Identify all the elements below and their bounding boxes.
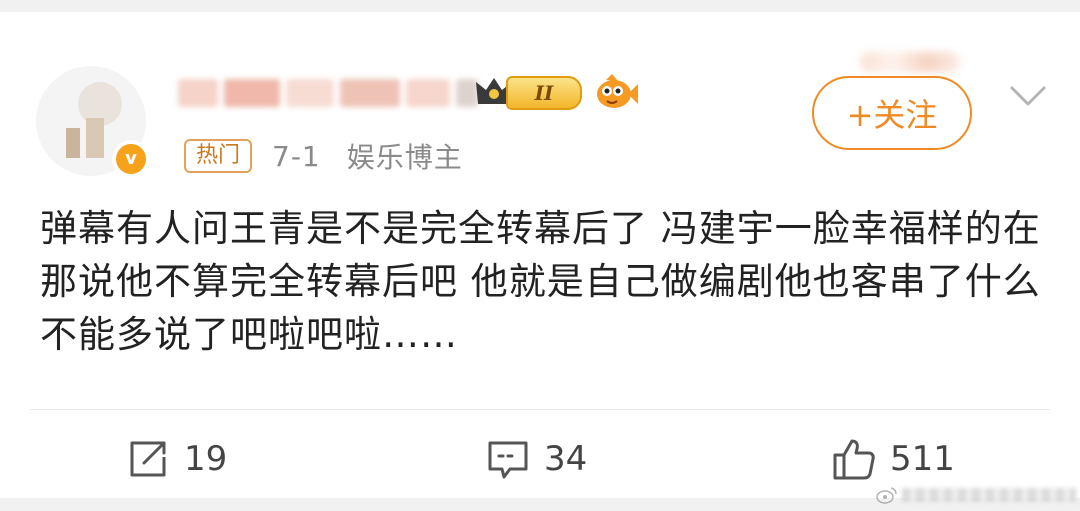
comment-button[interactable]: 34 (486, 432, 587, 486)
post-card: v II 热门 7-1 娱乐博主 +关注 弹幕有人问王青是不是完全转幕后了 冯建… (0, 12, 1080, 504)
like-count: 511 (890, 439, 955, 479)
user-type: 娱乐博主 (346, 141, 463, 174)
post-meta: 热门 7-1 娱乐博主 (184, 138, 489, 174)
fish-emblem-icon (597, 74, 638, 108)
avatar-image-part (86, 118, 104, 158)
post-text: 弹幕有人问王青是不是完全转幕后了 冯建宇一脸幸福样的在那说他不算完全转幕后吧 他… (40, 207, 1041, 356)
comment-icon (488, 441, 528, 479)
like-button[interactable]: 511 (832, 432, 955, 486)
watermark (876, 484, 1076, 506)
comment-count: 34 (544, 439, 588, 479)
verified-badge-icon: v (112, 140, 150, 178)
username-blurred[interactable] (178, 70, 478, 116)
level-badge[interactable]: II (474, 68, 586, 114)
repost-icon (130, 441, 166, 477)
divider (30, 409, 1050, 410)
chevron-down-icon[interactable] (1006, 74, 1050, 118)
post-date: 7-1 (272, 139, 321, 173)
hot-tag[interactable]: 热门 (184, 139, 253, 173)
repost-button[interactable]: 19 (126, 432, 227, 486)
weibo-logo-icon (876, 487, 897, 504)
decoration-blurred (860, 52, 960, 72)
repost-count: 19 (184, 439, 228, 479)
watermark-text-blurred (902, 488, 1076, 502)
avatar-image-part (66, 128, 80, 158)
follow-button[interactable]: +关注 (812, 76, 972, 150)
like-icon (833, 439, 875, 480)
level-badge-label: II (506, 76, 582, 110)
